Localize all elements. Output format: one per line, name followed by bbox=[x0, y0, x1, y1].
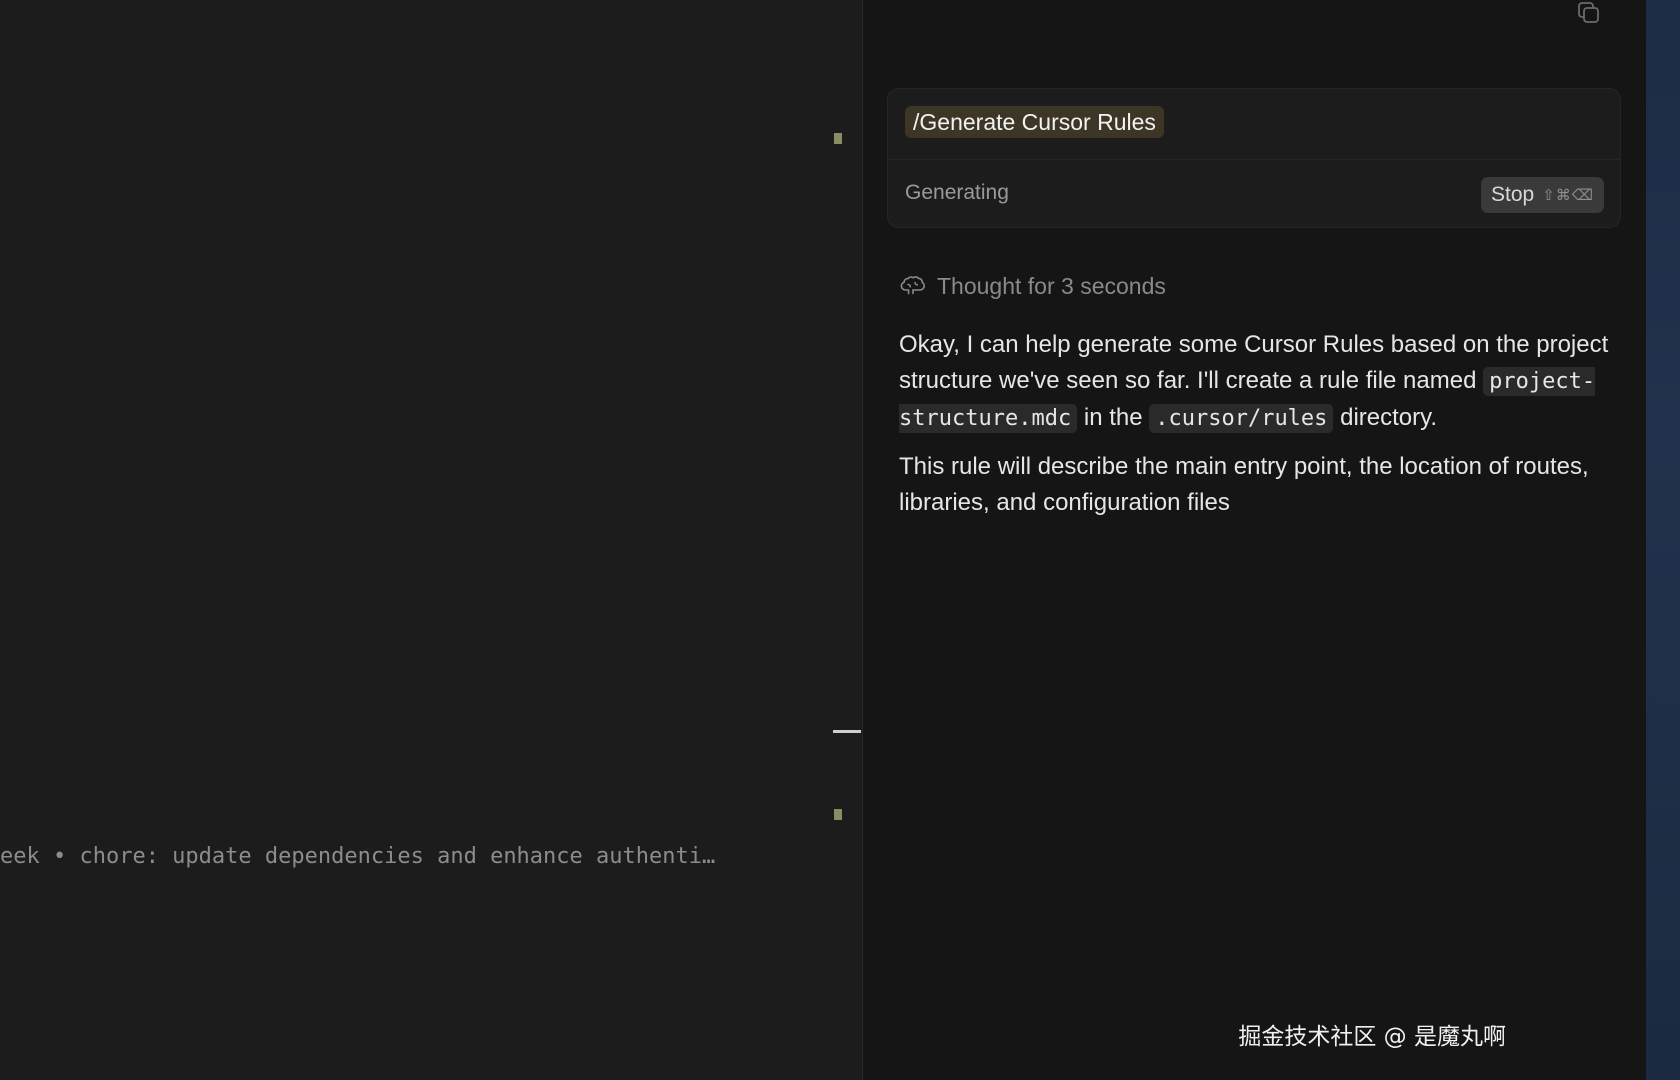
response-paragraph: Okay, I can help generate some Cursor Ru… bbox=[899, 327, 1619, 437]
stop-button-label: Stop bbox=[1491, 183, 1535, 206]
brain-icon bbox=[899, 273, 926, 299]
gutter-change-marker bbox=[834, 809, 842, 820]
stop-button[interactable]: Stop ⇧⌘⌫ bbox=[1481, 177, 1604, 213]
chat-panel: /Generate Cursor Rules Generating Stop ⇧… bbox=[863, 0, 1646, 1080]
app-window: eek • chore: update dependencies and enh… bbox=[0, 0, 1680, 1080]
desktop-background bbox=[1646, 0, 1680, 1080]
command-pill[interactable]: /Generate Cursor Rules bbox=[905, 106, 1164, 138]
thought-duration: Thought for 3 seconds bbox=[937, 273, 1166, 299]
assistant-response: Okay, I can help generate some Cursor Ru… bbox=[899, 327, 1619, 533]
response-text: in the bbox=[1077, 404, 1150, 431]
inline-code-path: .cursor/rules bbox=[1149, 404, 1334, 433]
gutter-deletion-marker bbox=[833, 730, 861, 733]
gutter-change-marker bbox=[834, 133, 842, 144]
watermark: 掘金技术社区 @ 是魔丸啊 bbox=[1238, 1024, 1506, 1050]
stop-shortcut-hint: ⇧⌘⌫ bbox=[1542, 186, 1594, 204]
thought-indicator[interactable]: Thought for 3 seconds bbox=[899, 271, 1166, 301]
git-blame-annotation: eek • chore: update dependencies and enh… bbox=[0, 844, 716, 869]
code-editor[interactable]: eek • chore: update dependencies and enh… bbox=[0, 0, 862, 1080]
response-text: directory. bbox=[1333, 404, 1438, 431]
generating-status: Generating bbox=[905, 181, 1009, 204]
composer-input-area[interactable]: /Generate Cursor Rules bbox=[888, 89, 1620, 159]
response-paragraph: This rule will describe the main entry p… bbox=[899, 453, 1589, 516]
chat-composer[interactable]: /Generate Cursor Rules Generating Stop ⇧… bbox=[887, 88, 1621, 228]
composer-status-bar: Generating Stop ⇧⌘⌫ bbox=[888, 160, 1620, 227]
copy-icon[interactable] bbox=[1576, 0, 1602, 26]
